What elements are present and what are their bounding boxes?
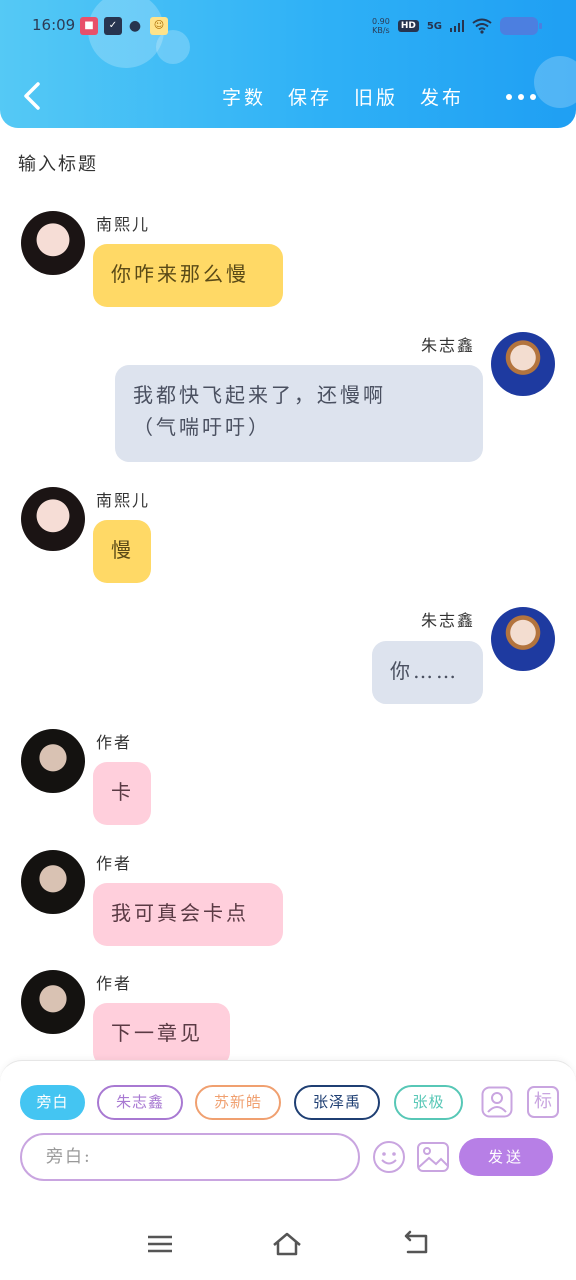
home-icon[interactable] bbox=[271, 1228, 303, 1260]
sender-name: 南熙儿 bbox=[96, 491, 151, 510]
message-bubble[interactable]: 下一章见 bbox=[93, 1003, 230, 1066]
back-icon[interactable] bbox=[400, 1228, 432, 1260]
net-speed-value: 0.90 bbox=[372, 17, 390, 26]
wifi-icon bbox=[472, 18, 492, 34]
sender-name: 作者 bbox=[96, 854, 133, 873]
character-chip-zhangzeyu[interactable]: 张泽禹 bbox=[294, 1085, 380, 1120]
message-line: 我都快飞起来了，还慢啊 bbox=[133, 383, 386, 407]
character-chip-narrator[interactable]: 旁白 bbox=[20, 1085, 85, 1120]
message-line: （气喘吁吁） bbox=[133, 415, 271, 439]
word-count-button[interactable]: 字数 bbox=[222, 83, 266, 110]
character-chip-zhangji[interactable]: 张极 bbox=[394, 1085, 463, 1120]
avatar-author[interactable] bbox=[21, 970, 85, 1034]
avatar-nanxier[interactable] bbox=[21, 211, 85, 275]
signal-bars-icon bbox=[450, 20, 464, 32]
net-speed: 0.90 KB/s bbox=[372, 17, 390, 35]
avatar-zhuzhixin[interactable] bbox=[491, 607, 555, 671]
app-notification-icon: ■ bbox=[80, 17, 98, 35]
title-input[interactable]: 输入标题 bbox=[18, 150, 98, 176]
save-button[interactable]: 保存 bbox=[288, 83, 332, 110]
message-bubble[interactable]: 慢 bbox=[93, 520, 151, 583]
add-character-icon[interactable] bbox=[481, 1086, 513, 1118]
message-bubble[interactable]: 你咋来那么慢 bbox=[93, 244, 283, 307]
avatar-author[interactable] bbox=[21, 729, 85, 793]
avatar-nanxier[interactable] bbox=[21, 487, 85, 551]
checklist-notification-icon: ✓ bbox=[104, 17, 122, 35]
old-version-button[interactable]: 旧版 bbox=[354, 83, 398, 110]
tag-icon[interactable]: 标 bbox=[527, 1086, 559, 1118]
battery-icon bbox=[500, 17, 542, 35]
status-time: 16:09 bbox=[32, 16, 76, 34]
avatar-zhuzhixin[interactable] bbox=[491, 332, 555, 396]
sender-name: 作者 bbox=[96, 733, 133, 752]
sender-name: 南熙儿 bbox=[96, 215, 151, 234]
message-bubble[interactable]: 我都快飞起来了，还慢啊 （气喘吁吁） bbox=[115, 365, 483, 462]
net-speed-unit: KB/s bbox=[372, 26, 390, 35]
message-bubble[interactable]: 我可真会卡点 bbox=[93, 883, 283, 946]
top-header: 16:09 ■ ✓ ● ☺ 0.90 KB/s HD 5G 字数 保存 旧版 发… bbox=[0, 0, 576, 128]
avatar-author[interactable] bbox=[21, 850, 85, 914]
image-icon[interactable] bbox=[416, 1140, 450, 1174]
sender-name: 朱志鑫 bbox=[421, 336, 476, 355]
character-chip-zhuzhixin[interactable]: 朱志鑫 bbox=[97, 1085, 183, 1120]
header-menu: 字数 保存 旧版 发布 bbox=[222, 83, 464, 110]
sender-name: 朱志鑫 bbox=[421, 611, 476, 630]
message-bubble[interactable]: 卡 bbox=[93, 762, 151, 825]
wechat-icon: ● bbox=[128, 18, 142, 34]
publish-button[interactable]: 发布 bbox=[420, 83, 464, 110]
emoji-icon[interactable] bbox=[372, 1140, 406, 1174]
back-arrow-icon[interactable] bbox=[18, 78, 48, 114]
signal-5g-label: 5G bbox=[426, 20, 442, 32]
status-right: 0.90 KB/s HD 5G bbox=[372, 15, 542, 37]
menu-icon[interactable] bbox=[144, 1228, 176, 1260]
send-button[interactable]: 发送 bbox=[459, 1138, 553, 1176]
status-bar: 16:09 ■ ✓ ● ☺ 0.90 KB/s HD 5G bbox=[0, 0, 576, 52]
sender-name: 作者 bbox=[96, 974, 133, 993]
hd-badge: HD bbox=[397, 20, 419, 32]
character-chip-suxinhao[interactable]: 苏新皓 bbox=[195, 1085, 281, 1120]
game-notification-icon: ☺ bbox=[150, 17, 168, 35]
message-bubble[interactable]: 你…… bbox=[372, 641, 483, 704]
narration-input[interactable]: 旁白: bbox=[20, 1133, 360, 1181]
decor-bubble bbox=[534, 56, 576, 108]
more-options-icon[interactable] bbox=[506, 94, 536, 102]
